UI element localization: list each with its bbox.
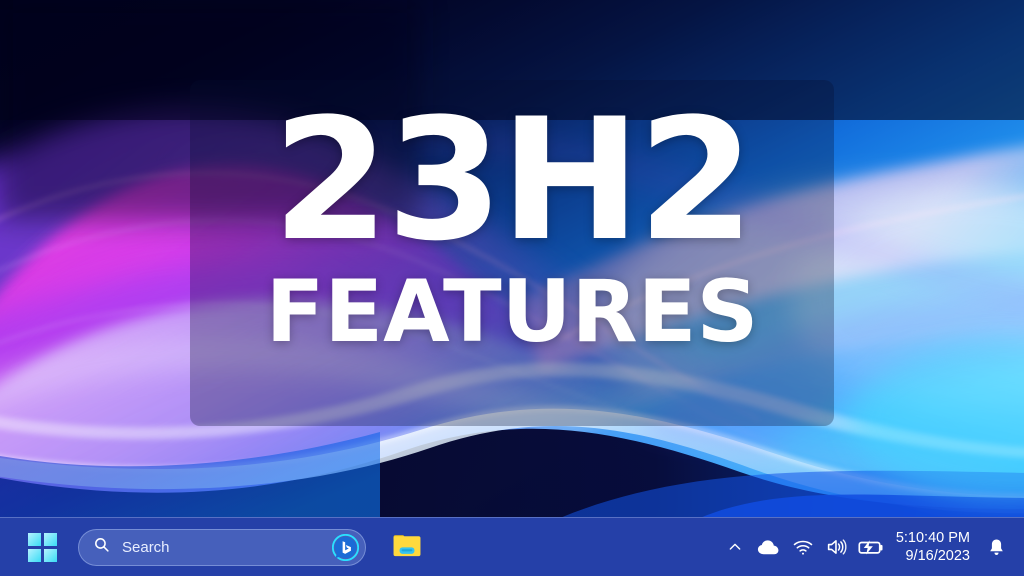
tray-battery-button[interactable]: [854, 527, 888, 567]
search-placeholder-text: Search: [122, 538, 170, 556]
tray-onedrive-button[interactable]: [752, 527, 786, 567]
clock-time: 5:10:40 PM: [895, 530, 970, 546]
taskbar: Search 5:10:40 PM 9/16/2023: [0, 517, 1024, 576]
cloud-icon: [757, 540, 779, 555]
search-icon: [93, 536, 110, 558]
wifi-icon: [793, 540, 813, 555]
folder-icon: [392, 532, 422, 563]
taskbar-item-file-explorer[interactable]: [386, 526, 428, 568]
taskbar-clock[interactable]: 5:10:40 PM 9/16/2023: [888, 529, 980, 565]
notifications-button[interactable]: [980, 527, 1012, 567]
tray-show-hidden-icons-button[interactable]: [718, 527, 752, 567]
title-overlay-panel: [190, 80, 834, 426]
taskbar-left-group: Search: [0, 525, 428, 569]
tray-volume-button[interactable]: [820, 527, 854, 567]
bell-icon: [989, 539, 1003, 555]
tray-network-button[interactable]: [786, 527, 820, 567]
bing-chat-icon[interactable]: [332, 533, 359, 561]
desktop-screen: 23H2 FEATURES Search 5:10:40 PM 9/16/202…: [0, 0, 1024, 576]
battery-charging-icon: [858, 539, 883, 555]
speaker-icon: [828, 539, 847, 555]
clock-date: 9/16/2023: [905, 548, 970, 564]
system-tray: 5:10:40 PM 9/16/2023: [718, 527, 1024, 567]
windows-logo-icon: [27, 532, 57, 562]
search-input[interactable]: Search: [78, 528, 366, 566]
chevron-up-icon: [729, 543, 741, 550]
start-button[interactable]: [20, 525, 64, 569]
